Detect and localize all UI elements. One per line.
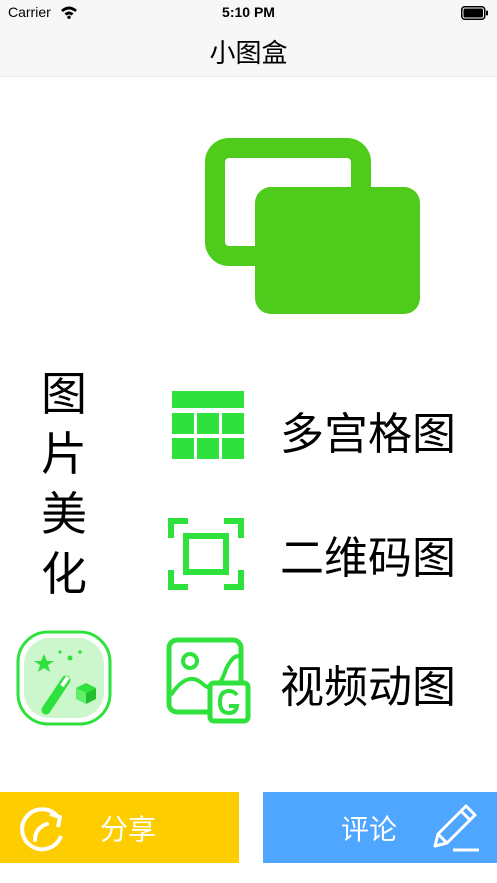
magic-wand-icon (16, 630, 112, 726)
menu-item-label: 二维码图 (280, 533, 456, 584)
windows-icon (205, 138, 420, 314)
battery-icon (461, 6, 488, 20)
grid-icon (172, 391, 244, 459)
gif-image-icon (166, 637, 251, 724)
section-title-char: 图 (41, 367, 87, 421)
share-button[interactable]: 分享 (0, 792, 239, 863)
beautify-button[interactable] (16, 630, 112, 726)
menu-item-label: 多宫格图 (280, 409, 456, 460)
navigation-bar: 小图盒 (0, 26, 497, 77)
section-title-char: 美 (41, 487, 87, 541)
section-title-char: 片 (41, 427, 87, 481)
comment-button[interactable]: 评论 (263, 792, 497, 863)
share-label: 分享 (100, 813, 157, 846)
pencil-icon (433, 804, 479, 852)
comment-label: 评论 (341, 813, 398, 846)
menu-item-gif[interactable]: 视频动图 (164, 633, 484, 724)
menu-item-grid[interactable]: 多宫格图 (164, 385, 484, 475)
status-time: 5:10 PM (222, 4, 275, 20)
scan-frame-icon (168, 518, 244, 590)
section-title: 图 片 美 化 (36, 364, 92, 604)
status-bar: Carrier 5:10 PM (0, 0, 497, 26)
share-arrow-icon (20, 807, 63, 852)
section-title-char: 化 (41, 547, 87, 601)
page-title: 小图盒 (209, 39, 288, 69)
menu-item-label: 视频动图 (280, 662, 456, 713)
menu-item-qrcode[interactable]: 二维码图 (164, 510, 484, 600)
